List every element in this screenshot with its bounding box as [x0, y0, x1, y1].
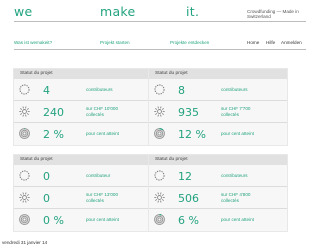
project-status-panel: Statut du projet 8 contributeurs 935 sur CHF…	[148, 68, 288, 146]
logo-we: we	[14, 4, 33, 19]
project-status-panel: Statut du projet 4 contributeurs 240 sur CHF…	[13, 68, 153, 146]
dashed-circle-icon	[18, 83, 31, 96]
nav-what-is[interactable]: Was ist wemakeit?	[14, 40, 52, 45]
nav-divider	[14, 49, 306, 50]
panel-title: Statut du projet	[14, 155, 152, 165]
status-label: contributeurs	[221, 173, 248, 178]
status-label: sur CHF 13'000 collectés	[86, 192, 119, 203]
status-value: 935	[178, 106, 199, 119]
footer-timestamp: vendredi 31 janvier 14	[2, 240, 48, 245]
status-value: 240	[43, 106, 64, 119]
status-row-amount: 935 sur CHF 7'700 collectés	[149, 101, 287, 123]
status-value: 506	[178, 192, 199, 205]
status-label: pour cent atteint	[86, 217, 119, 222]
status-label: contributeurs	[86, 87, 113, 92]
logo-make: make	[100, 4, 136, 19]
tagline: Crowdfunding — Made in Switzerland	[247, 9, 299, 19]
status-label: sur CHF 4'800 collectés	[221, 192, 251, 203]
status-value: 12 %	[178, 128, 206, 141]
panel-title: Statut du projet	[14, 69, 152, 79]
dashed-circle-icon	[18, 169, 31, 182]
status-value: 12	[178, 170, 192, 183]
status-label: pour cent atteint	[86, 131, 119, 136]
status-value: 2 %	[43, 128, 64, 141]
status-row-amount: 240 sur CHF 10'000 collectés	[14, 101, 152, 123]
status-label: pour cent atteint	[221, 131, 254, 136]
project-status-panel: Statut du projet 0 contributeur 0 sur CHF 13…	[13, 154, 153, 232]
status-row-amount: 0 sur CHF 13'000 collectés	[14, 187, 152, 209]
status-value: 6 %	[178, 214, 199, 227]
money-circle-icon	[18, 105, 31, 118]
status-value: 8	[178, 84, 185, 97]
status-row-progress: 0 % pour cent atteint	[14, 209, 152, 231]
panel-title: Statut du projet	[149, 155, 287, 165]
money-circle-icon	[153, 105, 166, 118]
status-value: 0	[43, 192, 50, 205]
status-row-progress: 12 % pour cent atteint	[149, 123, 287, 145]
status-row-backers: 4 contributeurs	[14, 79, 152, 101]
logo-it: it.	[186, 4, 200, 19]
status-row-backers: 0 contributeur	[14, 165, 152, 187]
status-row-progress: 2 % pour cent atteint	[14, 123, 152, 145]
nav-help[interactable]: Hilfe	[266, 40, 275, 45]
nav-login[interactable]: Anmelden	[281, 40, 302, 45]
nav-home[interactable]: Home	[247, 40, 259, 45]
progress-ring-icon	[153, 127, 166, 140]
header-divider	[14, 21, 306, 22]
progress-ring-icon	[18, 213, 31, 226]
nav-start-project[interactable]: Projekt starten	[100, 40, 130, 45]
progress-ring-icon	[18, 127, 31, 140]
status-row-backers: 8 contributeurs	[149, 79, 287, 101]
status-label: contributeur	[86, 173, 111, 178]
money-circle-icon	[153, 191, 166, 204]
nav-discover-projects[interactable]: Projekte entdecken	[170, 40, 209, 45]
status-row-backers: 12 contributeurs	[149, 165, 287, 187]
status-value: 0 %	[43, 214, 64, 227]
status-row-amount: 506 sur CHF 4'800 collectés	[149, 187, 287, 209]
dashed-circle-icon	[153, 169, 166, 182]
status-label: contributeurs	[221, 87, 248, 92]
money-circle-icon	[18, 191, 31, 204]
progress-ring-icon	[153, 213, 166, 226]
dashed-circle-icon	[153, 83, 166, 96]
status-value: 0	[43, 170, 50, 183]
status-label: pour cent atteint	[221, 217, 254, 222]
status-label: sur CHF 10'000 collectés	[86, 106, 119, 117]
status-row-progress: 6 % pour cent atteint	[149, 209, 287, 231]
status-value: 4	[43, 84, 50, 97]
project-status-panel: Statut du projet 12 contributeurs 506 sur CH…	[148, 154, 288, 232]
panel-title: Statut du projet	[149, 69, 287, 79]
status-label: sur CHF 7'700 collectés	[221, 106, 251, 117]
